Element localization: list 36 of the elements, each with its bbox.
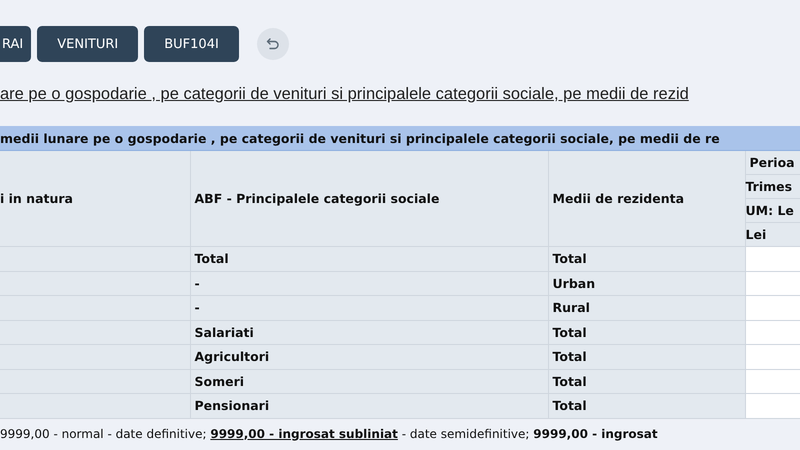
table-cell: Total [548,369,745,394]
column-header: ABF - Principalele categorii sociale [190,150,548,246]
undo-button[interactable] [256,28,289,60]
nav-button[interactable]: BUF104I [144,26,239,62]
table-cell [745,246,800,271]
table-cell: Agricultori [190,344,548,369]
column-header: UM: Le [745,198,800,222]
column-header: i in natura [0,150,190,246]
table-cell: Total [548,394,745,418]
undo-icon [266,37,280,51]
legend-text: 9999,00 - normal - date definitive; 9999,00 - ingrosat subliniat - date semidefinitive; 9999,00 - ingrosat [0,426,659,440]
column-header: Trimes [745,174,800,198]
nav-button[interactable]: VENITURI [37,26,138,62]
table-cell: Total [548,344,745,369]
table-cell: Total [548,246,745,271]
title-link[interactable]: are pe o gospodarie , pe categorii de venituri si principalele categorii sociale, pe medii de rezid [0,84,689,104]
table-cell [745,394,800,418]
column-header: Medii de rezidenta [548,150,745,246]
table-cell: - [190,271,548,296]
table-cell: Total [548,320,745,344]
table-cell [745,296,800,320]
table-cell [745,369,800,394]
table-cell: - [190,296,548,320]
table-cell [745,344,800,369]
column-header: Perioa [745,150,800,174]
nav-button[interactable]: RAI [0,26,32,62]
table-cell: Urban [548,271,745,296]
table-cell: Salariati [190,320,548,344]
column-header: Lei [745,222,800,246]
table-cell: Rural [548,296,745,320]
table-caption: medii lunare pe o gospodarie , pe categorii de venituri si principalele categorii sociale, pe medii de re [0,126,800,150]
table-cell: Someri [190,369,548,394]
table-cell: Pensionari [190,394,548,418]
table-cell: Total [190,246,548,271]
table-cell [745,271,800,296]
table-cell [745,320,800,344]
